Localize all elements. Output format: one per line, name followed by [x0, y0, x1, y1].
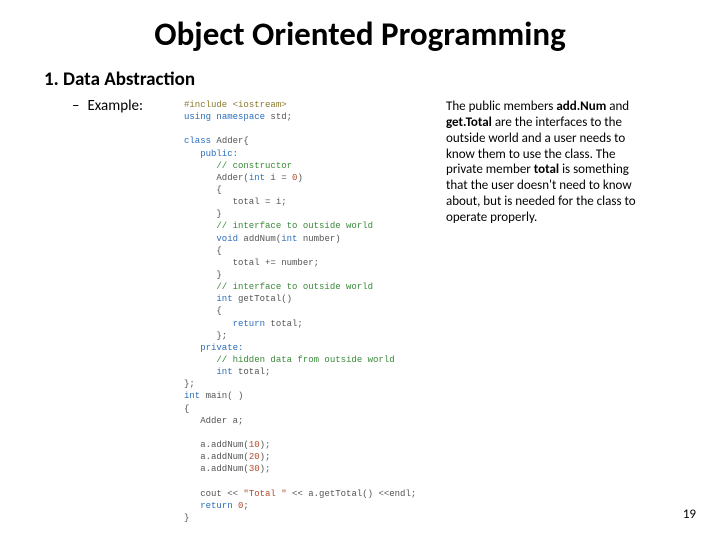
section-heading: 1. Data Abstraction [44, 68, 676, 91]
content-row: – Example: #include <iostream> using nam… [44, 97, 676, 524]
example-label: Example: [87, 97, 143, 115]
bullet-column: – Example: [44, 97, 184, 115]
slide: Object Oriented Programming 1. Data Abst… [0, 0, 720, 524]
page-number: 19 [683, 507, 696, 522]
code-block: #include <iostream> using namespace std;… [184, 99, 446, 524]
bullet-dash: – [72, 97, 79, 115]
slide-title: Object Oriented Programming [44, 14, 676, 54]
explanation-text: The public members add.Num and get.Total… [446, 99, 642, 226]
code-column: #include <iostream> using namespace std;… [184, 97, 446, 524]
explanation-column: The public members add.Num and get.Total… [446, 97, 642, 226]
